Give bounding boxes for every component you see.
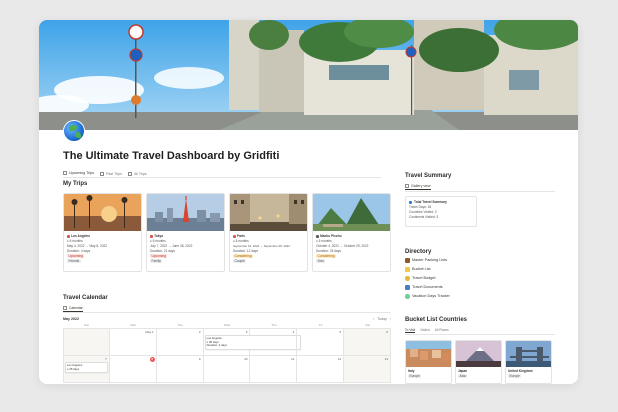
calendar-day[interactable]: 6 (344, 329, 391, 355)
palm-tree-icon (405, 294, 410, 299)
mountain-image (313, 194, 390, 231)
japan-photo (456, 341, 501, 367)
table-icon (127, 171, 132, 176)
calendar-day[interactable]: 9 (157, 356, 204, 382)
directory-bucket-list[interactable]: Bucket List (405, 267, 431, 272)
calendar-month: May 2022 (63, 317, 79, 321)
pin-icon (233, 235, 236, 238)
summary-divider (405, 191, 555, 192)
mountain-icon (316, 235, 319, 238)
mount-fuji-image (456, 341, 501, 367)
chevron-left-icon[interactable]: ‹ (373, 317, 374, 321)
globe-icon (63, 120, 85, 142)
italy-coast-image (406, 341, 451, 367)
calendar-day[interactable]: 11 (250, 356, 298, 382)
status-badge: Upcoming (150, 254, 168, 259)
bucket-card-italy[interactable]: Italy Europe (405, 340, 452, 384)
directory-master-packing-lists[interactable]: Master Packing Lists (405, 258, 447, 263)
coin-icon (405, 276, 410, 281)
directory-vacation-days-tracker[interactable]: Vacation Days Tracker (405, 294, 450, 299)
travel-calendar-heading: Travel Calendar (63, 295, 108, 301)
continent-badge: Asia (458, 373, 468, 378)
star-icon (405, 267, 410, 272)
paris-street-image (230, 194, 307, 231)
cover-image (39, 20, 578, 130)
calendar-day[interactable]: 7 Los Angeles ≤ 28 days (63, 356, 110, 382)
united-kingdom-photo (506, 341, 551, 367)
bucket-list-heading: Bucket List Countries (405, 317, 468, 323)
bucket-list-tabs: To Visit Visited All Places (405, 328, 449, 333)
tab-visited[interactable]: Visited (420, 328, 430, 333)
sunset-palms-image (64, 194, 141, 231)
calendar-header: May 2022 ‹ Today › (63, 317, 391, 321)
calendar-day[interactable]: 3 Los Angeles ≤ 28 days Duration: 4 days (204, 329, 302, 355)
gallery-icon (405, 184, 409, 188)
calendar-day[interactable]: 8 (110, 356, 157, 382)
my-trips-heading: My Trips (63, 181, 88, 187)
tab-all-places[interactable]: All Places (435, 328, 449, 333)
bucket-list-divider (405, 334, 555, 335)
group-badge: Solo (316, 259, 326, 264)
calendar-day[interactable]: 12 (297, 356, 345, 382)
passport-icon (405, 285, 410, 290)
calendar-day[interactable] (63, 329, 110, 355)
calendar-week-2: 7 Los Angeles ≤ 28 days 8 9 10 11 12 13 (63, 356, 391, 383)
los-angeles-photo (64, 194, 141, 231)
pin-icon (67, 235, 70, 238)
trip-card-machu-picchu[interactable]: Machu Picchu ≤ 6 months October 4, 2022 … (312, 193, 391, 272)
directory-travel-documents[interactable]: Travel Documents (405, 285, 443, 290)
pin-icon (150, 235, 153, 238)
machu-picchu-photo (313, 194, 390, 231)
calendar-day[interactable]: 5 (297, 329, 345, 355)
calendar-icon (63, 306, 67, 310)
calendar-event-los-angeles[interactable]: Los Angeles ≤ 28 days (65, 362, 108, 374)
chevron-right-icon[interactable]: › (390, 317, 391, 321)
group-badge: Family (150, 259, 163, 264)
bucket-card-united-kingdom[interactable]: United Kingdom Europe (505, 340, 552, 384)
trip-card-los-angeles[interactable]: Los Angeles ≤ 6 months May 4, 2022 → May… (63, 193, 142, 272)
calendar-divider (63, 312, 391, 313)
continent-badge: Europe (408, 373, 422, 378)
suitcase-icon (405, 258, 410, 263)
tab-to-visit[interactable]: To Visit (405, 328, 416, 333)
calendar-day[interactable]: 13 (344, 356, 391, 382)
directory-travel-budget[interactable]: Travel Budget (405, 276, 436, 281)
calendar-day[interactable]: 10 (204, 356, 251, 382)
calendar-grid: Sun Mon Tue Wed Thu Fri Sat May 1 2 3 Lo… (63, 323, 391, 383)
bucket-card-japan[interactable]: Japan Asia (455, 340, 502, 384)
status-badge: Considering (316, 254, 337, 259)
tokyo-photo (147, 194, 224, 231)
italy-photo (406, 341, 451, 367)
calendar-day[interactable]: 4 (250, 329, 298, 355)
status-badge: Considering (233, 254, 254, 259)
calendar-day[interactable]: 2 (157, 329, 204, 355)
page-title: The Ultimate Travel Dashboard by Gridfit… (63, 150, 280, 162)
status-badge: Upcoming (67, 254, 85, 259)
today-button[interactable]: Today (377, 317, 387, 321)
trip-card-tokyo[interactable]: Tokyo ≤ 6 months July 7, 2022 → June 28,… (146, 193, 225, 272)
tower-bridge-image (506, 341, 551, 367)
globe-icon (409, 201, 412, 204)
group-badge: Friends (67, 259, 81, 264)
travel-summary-heading: Travel Summary (405, 173, 452, 179)
anime-street-illustration (39, 20, 578, 130)
notion-page-window: The Ultimate Travel Dashboard by Gridfit… (39, 20, 578, 384)
gallery-view-tab[interactable]: Gallery view (405, 184, 431, 190)
group-badge: Couple (233, 259, 247, 264)
calendar-week-1: May 1 2 3 Los Angeles ≤ 28 days Duration… (63, 329, 391, 356)
total-travel-summary-card[interactable]: Total Travel Summary Travel Days: 18 Cou… (405, 196, 477, 227)
tabs-divider (63, 177, 381, 178)
calendar-day[interactable]: May 1 (110, 329, 157, 355)
calendar-nav: ‹ Today › (373, 317, 391, 321)
continent-badge: Europe (508, 373, 522, 378)
trip-card-paris[interactable]: Paris ≤ 6 months September 16, 2022 → Se… (229, 193, 308, 272)
tokyo-skyline-image (147, 194, 224, 231)
paris-photo (230, 194, 307, 231)
directory-heading: Directory (405, 249, 432, 255)
gallery-icon (99, 171, 104, 176)
gallery-icon (63, 171, 67, 175)
